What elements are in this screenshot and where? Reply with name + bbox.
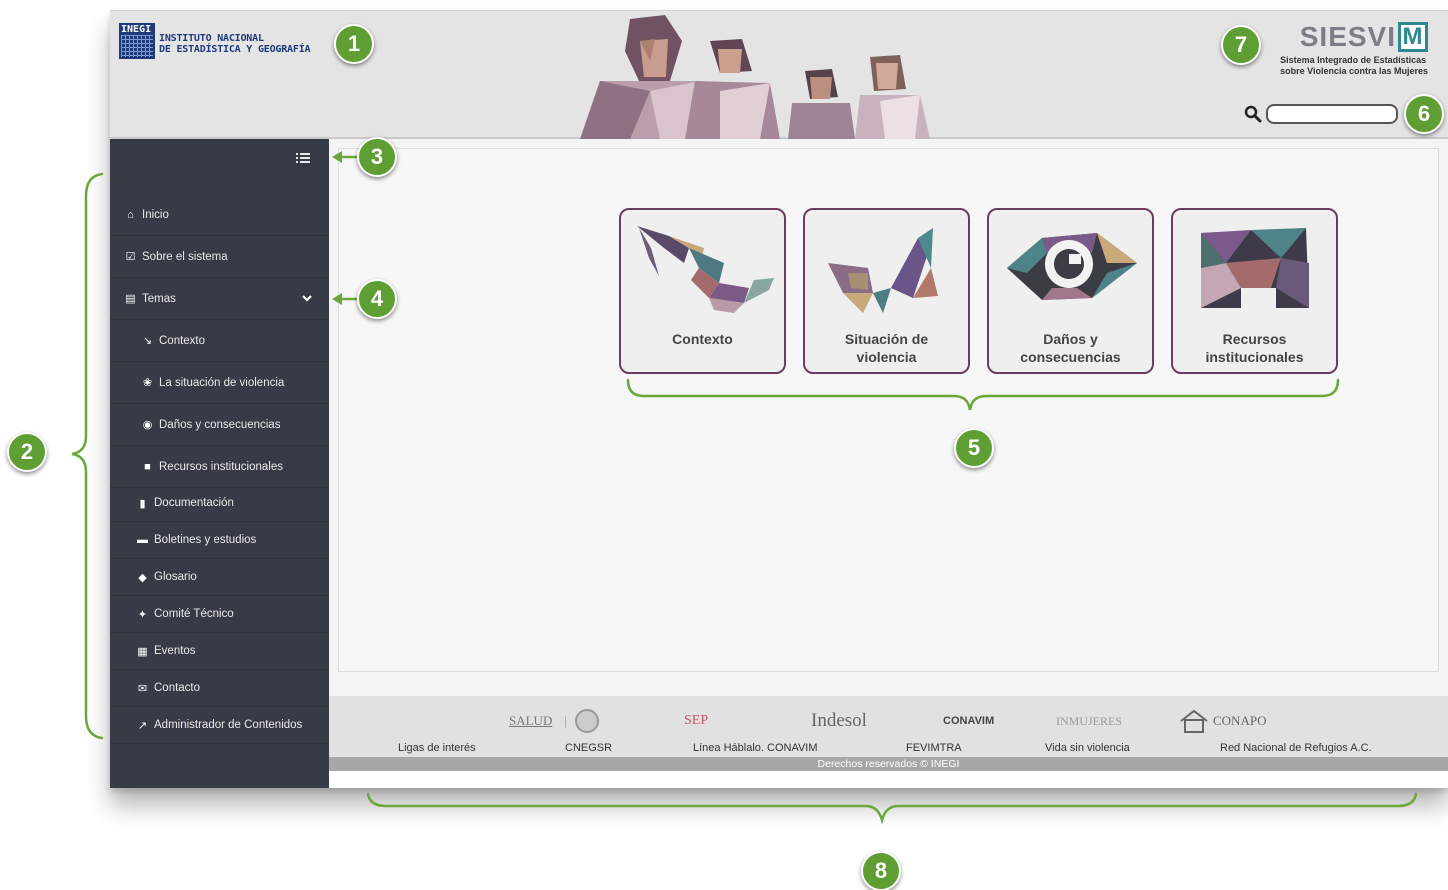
sidebar-item-sobre-el-sistema[interactable]: ☑ Sobre el sistema (110, 236, 329, 278)
card-recursos-institucionales[interactable]: Recursos institucionales (1171, 208, 1338, 374)
sidebar-item-contacto[interactable]: ✉ Contacto (110, 670, 329, 707)
inegi-logo-mark: INEGI (119, 23, 155, 59)
siesvim-wordmark: SIESVI M (1276, 21, 1428, 53)
map-icon: ↘ (142, 335, 153, 347)
building-icon: ■ (144, 460, 151, 473)
sidebar-item-situacion-de-violencia[interactable]: ❀ La situación de violencia (110, 362, 329, 404)
footer-link-fevimtra[interactable]: FEVIMTRA (906, 742, 962, 754)
monitor-icon: ▤ (125, 293, 136, 305)
sidebar-item-contexto[interactable]: ↘ Contexto (110, 320, 329, 362)
document-icon: ▮ (139, 497, 146, 510)
sidebar-item-danos-y-consecuencias[interactable]: ◉ Daños y consecuencias (110, 404, 329, 446)
card-label: Situación de violencia (844, 331, 929, 365)
footer-link-cnegsr[interactable]: CNEGSR (565, 742, 612, 754)
main-content: Contexto Situación de violencia Daños y … (329, 139, 1448, 699)
menu-toggle-icon[interactable] (296, 152, 310, 164)
building-image-icon (1201, 228, 1309, 308)
checkbox-icon: ☑ (125, 251, 136, 263)
bottom-spacer (329, 771, 1448, 788)
logo-conapo[interactable]: CONAPO (1179, 706, 1266, 736)
card-label: Recursos institucionales (1205, 331, 1304, 365)
annotated-screenshot: INEGI INSTITUTO NACIONAL DE ESTADÍSTICA … (0, 0, 1448, 890)
sidebar-item-documentacion[interactable]: ▮ Documentación (110, 485, 329, 522)
copyright: Derechos reservados © INEGI (329, 757, 1448, 771)
users-icon: ✦ (137, 608, 148, 621)
logo-inmujeres[interactable]: INMUJERES (1056, 706, 1122, 736)
sidebar-item-boletines-y-estudios[interactable]: ▬ Boletines y estudios (110, 522, 329, 559)
eye-image-icon (1007, 233, 1137, 300)
envelope-icon: ✉ (137, 682, 148, 695)
sidebar-item-glosario[interactable]: ◆ Glosario (110, 559, 329, 596)
sidebar-item-temas[interactable]: ▤ Temas (110, 278, 329, 320)
callout-8: 8 (861, 851, 901, 890)
inegi-logo-text: INSTITUTO NACIONAL DE ESTADÍSTICA Y GEOG… (159, 33, 311, 55)
sidebar-item-comite-tecnico[interactable]: ✦ Comité Técnico (110, 596, 329, 633)
card-contexto[interactable]: Contexto (619, 208, 786, 374)
callout-7: 7 (1221, 25, 1261, 65)
search-bar (1244, 104, 1398, 124)
callout-4: 4 (357, 279, 397, 319)
logo-conavim[interactable]: CONAVIM (943, 706, 994, 736)
wrench-icon: ↗ (137, 719, 148, 732)
logo-sep[interactable]: SEP (684, 706, 708, 736)
callout-6: 6 (1404, 94, 1444, 134)
sidebar-item-administrador-de-contenidos[interactable]: ↗ Administrador de Contenidos (110, 707, 329, 744)
siesvim-subtitle: Sistema Integrado de Estadísticas sobre … (1280, 55, 1428, 76)
callout-5: 5 (954, 428, 994, 468)
home-icon: ⌂ (127, 208, 134, 221)
callout-3: 3 (357, 137, 397, 177)
book-icon: ◆ (138, 571, 147, 584)
search-icon[interactable] (1244, 105, 1262, 123)
card-label: Contexto (672, 331, 733, 347)
search-input[interactable] (1266, 104, 1398, 124)
chevron-down-icon[interactable] (301, 292, 313, 304)
mexico-map-icon (637, 226, 774, 313)
content-panel: Contexto Situación de violencia Daños y … (338, 148, 1439, 672)
footer-link-ligas[interactable]: Ligas de interés (398, 742, 476, 754)
card-situacion-de-violencia[interactable]: Situación de violencia (803, 208, 970, 374)
butterfly-image-icon (828, 228, 938, 313)
eye-icon: ◉ (142, 419, 153, 431)
callout-2: 2 (7, 432, 47, 472)
calendar-icon: ▦ (137, 645, 148, 658)
hero-illustration (580, 15, 930, 139)
footer-link-red-refugios[interactable]: Red Nacional de Refugios A.C. (1220, 742, 1372, 754)
sidebar-item-recursos-institucionales[interactable]: ■ Recursos institucionales (110, 446, 329, 488)
card-danos-y-consecuencias[interactable]: Daños y consecuencias (987, 208, 1154, 374)
card-label: Daños y consecuencias (1020, 331, 1121, 365)
sidebar-item-inicio[interactable]: ⌂ Inicio (110, 194, 329, 236)
butterfly-icon: ❀ (142, 377, 153, 389)
app-window: INEGI INSTITUTO NACIONAL DE ESTADÍSTICA … (110, 10, 1448, 788)
siesvim-logo[interactable]: SIESVI M Sistema Integrado de Estadística… (1276, 21, 1428, 77)
seal-icon (574, 709, 599, 733)
callout-1: 1 (334, 24, 374, 64)
house-icon (1179, 709, 1209, 733)
footer-link-hablalo[interactable]: Línea Háblalo. CONAVIM (693, 742, 818, 754)
footer-link-vida-sin-violencia[interactable]: Vida sin violencia (1045, 742, 1130, 754)
sidebar-item-eventos[interactable]: ▦ Eventos (110, 633, 329, 670)
newspaper-icon: ▬ (137, 534, 148, 546)
sidebar: ⌂ Inicio ☑ Sobre el sistema ▤ Temas ↘ Contex… (110, 139, 329, 788)
inegi-logo[interactable]: INEGI INSTITUTO NACIONAL DE ESTADÍSTICA … (119, 23, 311, 59)
logo-salud[interactable]: SALUD | (509, 706, 599, 736)
logo-indesol[interactable]: Indesol (811, 706, 867, 736)
